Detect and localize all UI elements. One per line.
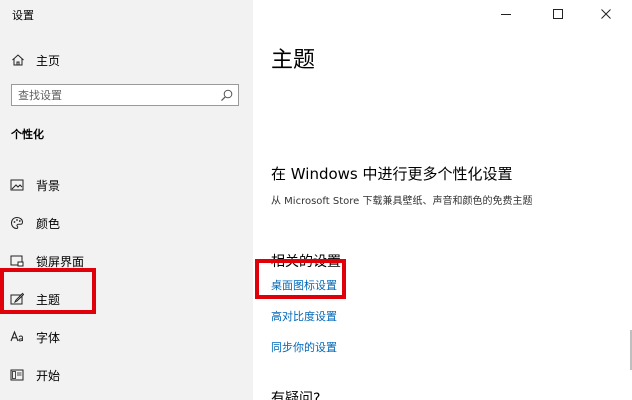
window-controls [492,0,632,28]
start-menu-icon [10,369,24,381]
search-input[interactable] [12,85,212,105]
search-box[interactable] [11,84,239,106]
minimize-button[interactable] [494,4,518,24]
background-icon [10,179,24,191]
store-description: 从 Microsoft Store 下载兼具壁纸、声音和颜色的免费主题 [271,196,533,207]
maximize-icon [553,9,563,19]
sidebar-item-label: 锁屏界面 [36,255,85,269]
have-a-question-heading: 有疑问? [271,391,321,400]
sidebar-item-background[interactable]: 背景 [0,172,253,198]
sidebar: 设置 主页 个性化 背景 颜色 [0,0,253,400]
section-heading-personalization: 个性化 [11,128,44,141]
desktop-icon-settings-link[interactable]: 桌面图标设置 [271,277,337,293]
sidebar-item-start[interactable]: 开始 [0,362,253,388]
sidebar-item-label: 主题 [36,293,61,307]
close-icon [601,9,611,19]
sync-settings-link[interactable]: 同步你的设置 [271,339,337,355]
sidebar-item-label: 主页 [36,53,61,68]
home-icon [12,54,24,66]
search-icon[interactable] [220,89,233,102]
sidebar-item-label: 字体 [36,331,61,345]
color-palette-icon [10,216,24,230]
main-content: 主题 在 Windows 中进行更多个性化设置 从 Microsoft Stor… [253,0,632,400]
minimize-icon [501,14,511,15]
sidebar-item-lock-screen[interactable]: 锁屏界面 [0,248,253,274]
sidebar-item-label: 开始 [36,369,61,383]
maximize-button[interactable] [546,4,570,24]
sidebar-item-themes[interactable]: 主题 [0,286,253,312]
sidebar-item-fonts[interactable]: 字体 [0,324,253,350]
store-heading: 在 Windows 中进行更多个性化设置 [271,165,513,183]
sidebar-item-colors[interactable]: 颜色 [0,210,253,236]
font-icon [10,330,23,342]
window-title: 设置 [12,9,34,22]
sidebar-item-home[interactable]: 主页 [0,48,253,72]
close-button[interactable] [594,4,618,24]
high-contrast-settings-link[interactable]: 高对比度设置 [271,308,337,324]
sidebar-item-label: 颜色 [36,217,61,231]
related-settings-heading: 相关的设置 [271,254,341,270]
lock-screen-icon [10,255,24,267]
sidebar-item-label: 背景 [36,179,61,193]
themes-brush-icon [10,292,24,305]
page-title: 主题 [271,48,316,73]
